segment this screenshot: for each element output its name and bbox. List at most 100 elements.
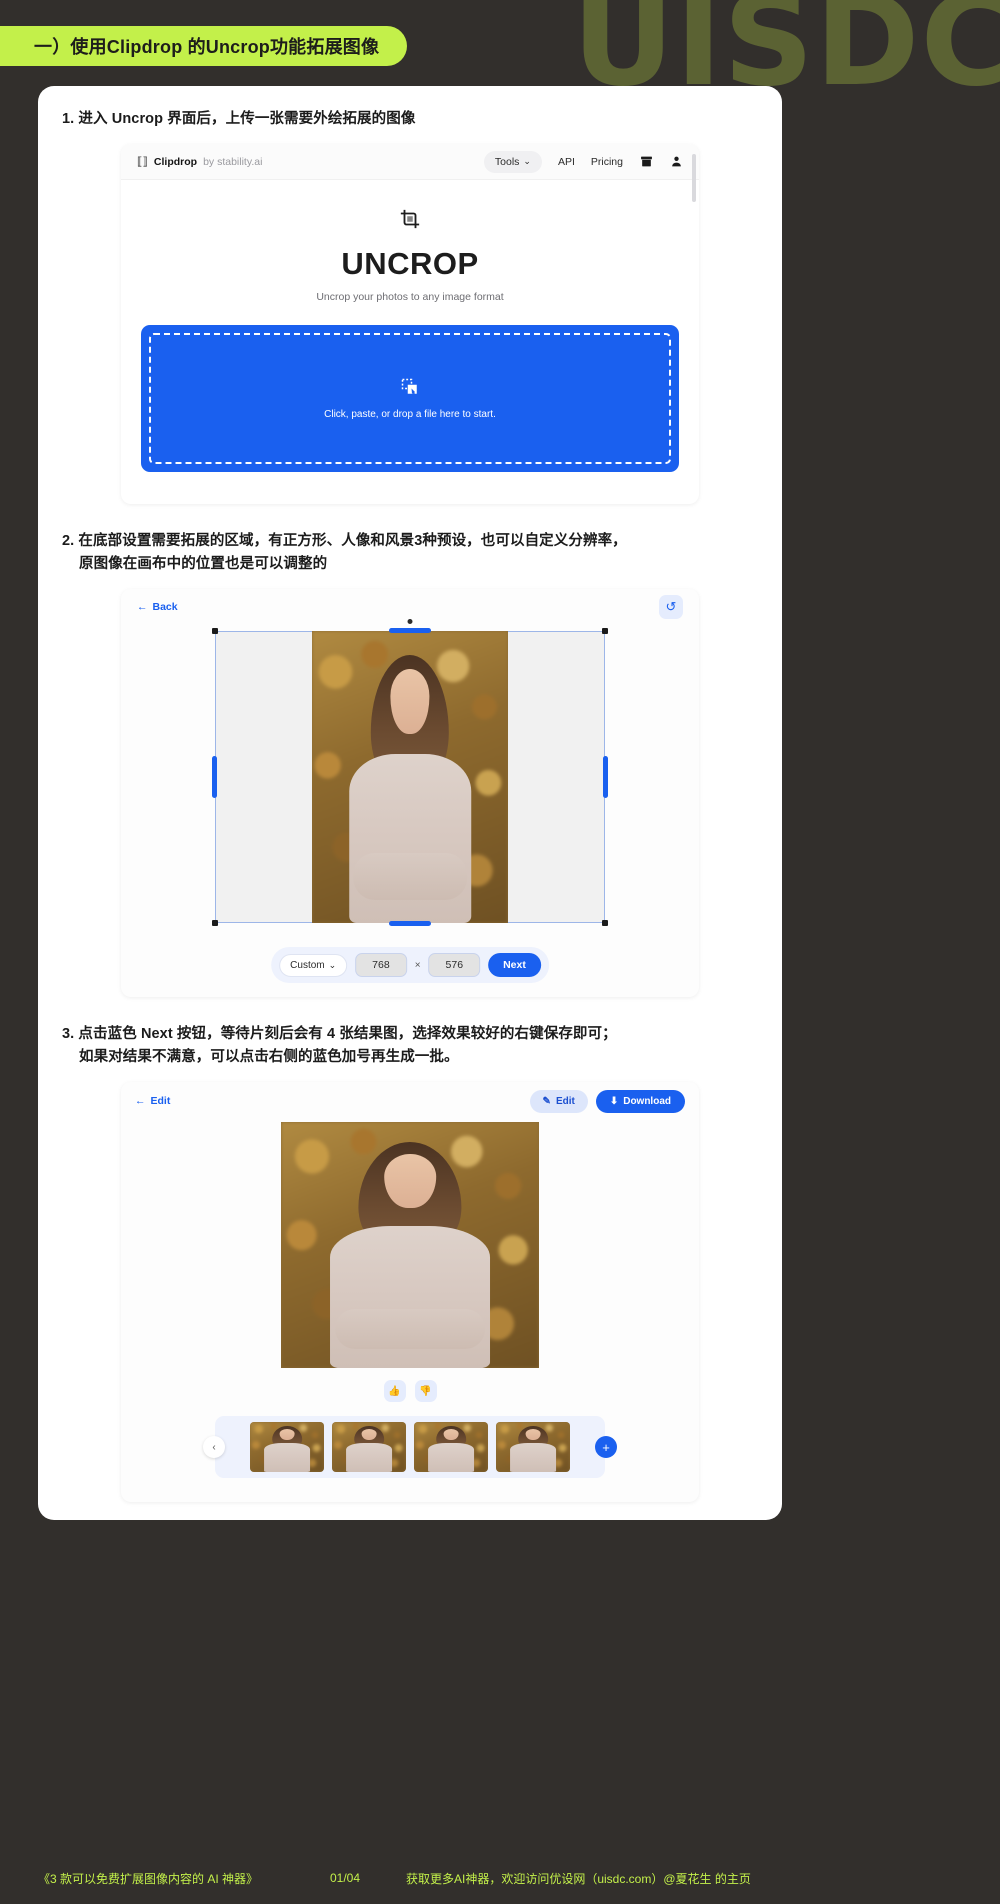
- uncrop-subtitle: Uncrop your photos to any image format: [316, 291, 504, 304]
- uncrop-title: UNCROP: [341, 246, 479, 282]
- result-thumbnail-strip: ‹ +: [203, 1416, 617, 1479]
- uncrop-editor-panel: ← Back ↺ Custom ⌄ 768 × 576 Next: [121, 589, 699, 998]
- result-artwork: [281, 1122, 539, 1369]
- preset-value: Custom: [290, 959, 325, 971]
- thumb-face: [361, 1428, 377, 1440]
- clipdrop-by-text: by stability.ai: [203, 155, 263, 168]
- paste-file-icon: [324, 378, 496, 399]
- resize-handle-top[interactable]: [389, 628, 431, 634]
- nav-pricing-link[interactable]: Pricing: [591, 156, 623, 168]
- account-person-icon[interactable]: [669, 155, 683, 169]
- result-back-button[interactable]: ← Edit: [135, 1095, 170, 1107]
- download-button[interactable]: ⬇ Download: [595, 1089, 685, 1113]
- preset-select[interactable]: Custom ⌄: [279, 953, 348, 977]
- pencil-icon: ✎: [542, 1095, 551, 1107]
- clipdrop-uncrop-panel: ⟦⟧ Clipdrop by stability.ai Tools ⌄ API …: [121, 144, 699, 505]
- step-2-line-2: 原图像在画布中的位置也是可以调整的: [79, 555, 328, 572]
- nav-tools-label: Tools: [494, 155, 520, 168]
- uncrop-canvas[interactable]: [212, 619, 608, 927]
- content-card: 1. 进入 Uncrop 界面后，上传一张需要外绘拓展的图像 ⟦⟧ Clipdr…: [38, 86, 782, 1520]
- back-button[interactable]: ← Back: [137, 601, 178, 613]
- footer: 《3 款可以免费扩展图像内容的 AI 神器》 01/04 获取更多AI神器，欢迎…: [0, 1852, 1000, 1904]
- result-image[interactable]: [281, 1122, 539, 1369]
- uncrop-crop-icon: [121, 208, 699, 234]
- height-input[interactable]: 576: [428, 953, 481, 978]
- dimension-separator: ×: [414, 959, 421, 971]
- next-button[interactable]: Next: [488, 953, 541, 978]
- source-photo[interactable]: [312, 631, 508, 924]
- download-label: Download: [623, 1095, 671, 1107]
- width-input[interactable]: 768: [355, 953, 407, 978]
- panel-scrollbar[interactable]: [692, 154, 696, 203]
- undo-button[interactable]: ↺: [659, 595, 683, 620]
- uncrop-hero: UNCROP Uncrop your photos to any image f…: [121, 180, 699, 303]
- thumb-artwork: [496, 1422, 570, 1473]
- back-arrow-icon: ←: [135, 1095, 146, 1108]
- thumb-artwork: [414, 1422, 488, 1473]
- resize-handle-top-right[interactable]: [602, 628, 608, 635]
- thumbs-down-icon[interactable]: 👎: [414, 1380, 437, 1403]
- step-2-line-1: 2. 在底部设置需要拓展的区域，有正方形、人像和风景3种预设，也可以自定义分辨率…: [62, 533, 627, 550]
- step-3-text: 3. 点击蓝色 Next 按钮，等待片刻后会有 4 张结果图，选择效果较好的右键…: [62, 1023, 758, 1068]
- photo-artwork: [312, 631, 508, 924]
- thumb-artwork: [250, 1422, 324, 1473]
- list-item[interactable]: [496, 1422, 570, 1473]
- footer-page-number: 01/04: [330, 1871, 361, 1885]
- clipdrop-logo[interactable]: ⟦⟧ Clipdrop by stability.ai: [137, 155, 263, 169]
- photo-arms: [353, 853, 467, 901]
- thumb-artwork: [332, 1422, 406, 1473]
- list-item[interactable]: [250, 1422, 324, 1473]
- clipdrop-nav-links: Tools ⌄ API Pricing: [483, 150, 683, 173]
- back-arrow-icon: ←: [137, 601, 148, 614]
- section-title-text: 一）使用Clipdrop 的Uncrop功能拓展图像: [34, 37, 380, 57]
- uncrop-result-panel: ← Edit ✎ Edit ⬇ Download 👍 👎 ‹ +: [121, 1082, 699, 1503]
- nav-api-link[interactable]: API: [558, 156, 575, 168]
- result-actions: ✎ Edit ⬇ Download: [529, 1089, 685, 1113]
- result-toolbar: ← Edit ✎ Edit ⬇ Download: [121, 1082, 699, 1120]
- poster-page: UISDC 一）使用Clipdrop 的Uncrop功能拓展图像 1. 进入 U…: [0, 0, 1000, 1904]
- back-label: Back: [152, 601, 178, 614]
- step-3-line-1: 3. 点击蓝色 Next 按钮，等待片刻后会有 4 张结果图，选择效果较好的右键…: [62, 1026, 617, 1043]
- thumb-body: [428, 1443, 474, 1473]
- feedback-buttons: 👍 👎: [121, 1380, 699, 1403]
- step-1-text: 1. 进入 Uncrop 界面后，上传一张需要外绘拓展的图像: [62, 111, 416, 127]
- regenerate-plus-button[interactable]: +: [595, 1436, 617, 1459]
- thumb-body: [346, 1443, 392, 1473]
- chevron-down-icon: ⌄: [523, 156, 531, 167]
- section-title-pill: 一）使用Clipdrop 的Uncrop功能拓展图像: [0, 26, 408, 66]
- file-dropzone[interactable]: Click, paste, or drop a file here to sta…: [141, 325, 679, 473]
- archive-box-icon[interactable]: [639, 155, 653, 169]
- thumbs-up-icon[interactable]: 👍: [383, 1380, 406, 1403]
- canvas-anchor-dot: [407, 619, 413, 625]
- thumb-face: [525, 1428, 541, 1440]
- thumb-face: [443, 1428, 459, 1440]
- edit-button[interactable]: ✎ Edit: [529, 1089, 588, 1113]
- thumb-body: [264, 1443, 310, 1473]
- dropzone-label: Click, paste, or drop a file here to sta…: [324, 408, 496, 420]
- result-back-label: Edit: [150, 1095, 171, 1108]
- footer-title: 《3 款可以免费扩展图像内容的 AI 神器》: [38, 1871, 259, 1886]
- clipdrop-mark-icon: ⟦⟧: [137, 156, 148, 169]
- thumb-face: [279, 1428, 295, 1440]
- resize-handle-right[interactable]: [603, 756, 608, 799]
- resize-handle-bottom-right[interactable]: [602, 920, 608, 927]
- resize-handle-bottom-left[interactable]: [212, 920, 218, 927]
- thumb-body: [510, 1443, 556, 1473]
- resize-handle-left[interactable]: [212, 756, 217, 799]
- edit-label: Edit: [555, 1095, 575, 1107]
- resize-handle-top-left[interactable]: [212, 628, 218, 635]
- list-item[interactable]: [332, 1422, 406, 1473]
- list-item[interactable]: [414, 1422, 488, 1473]
- step-2-text: 2. 在底部设置需要拓展的区域，有正方形、人像和风景3种预设，也可以自定义分辨率…: [62, 530, 758, 575]
- result-face: [384, 1154, 436, 1209]
- clipdrop-navbar: ⟦⟧ Clipdrop by stability.ai Tools ⌄ API …: [121, 144, 699, 181]
- size-controls-bar: Custom ⌄ 768 × 576 Next: [271, 947, 549, 984]
- dropzone-content: Click, paste, or drop a file here to sta…: [324, 378, 496, 420]
- footer-note: 获取更多AI神器，欢迎访问优设网（uisdc.com）@夏花生 的主页: [406, 1871, 751, 1886]
- thumbnail-prev-button[interactable]: ‹: [203, 1436, 225, 1459]
- chevron-down-icon: ⌄: [328, 959, 337, 970]
- step-3-line-2: 如果对结果不满意，可以点击右侧的蓝色加号再生成一批。: [79, 1048, 459, 1065]
- resize-handle-bottom[interactable]: [389, 921, 431, 927]
- nav-tools-dropdown[interactable]: Tools ⌄: [483, 150, 542, 173]
- download-icon: ⬇: [609, 1095, 619, 1107]
